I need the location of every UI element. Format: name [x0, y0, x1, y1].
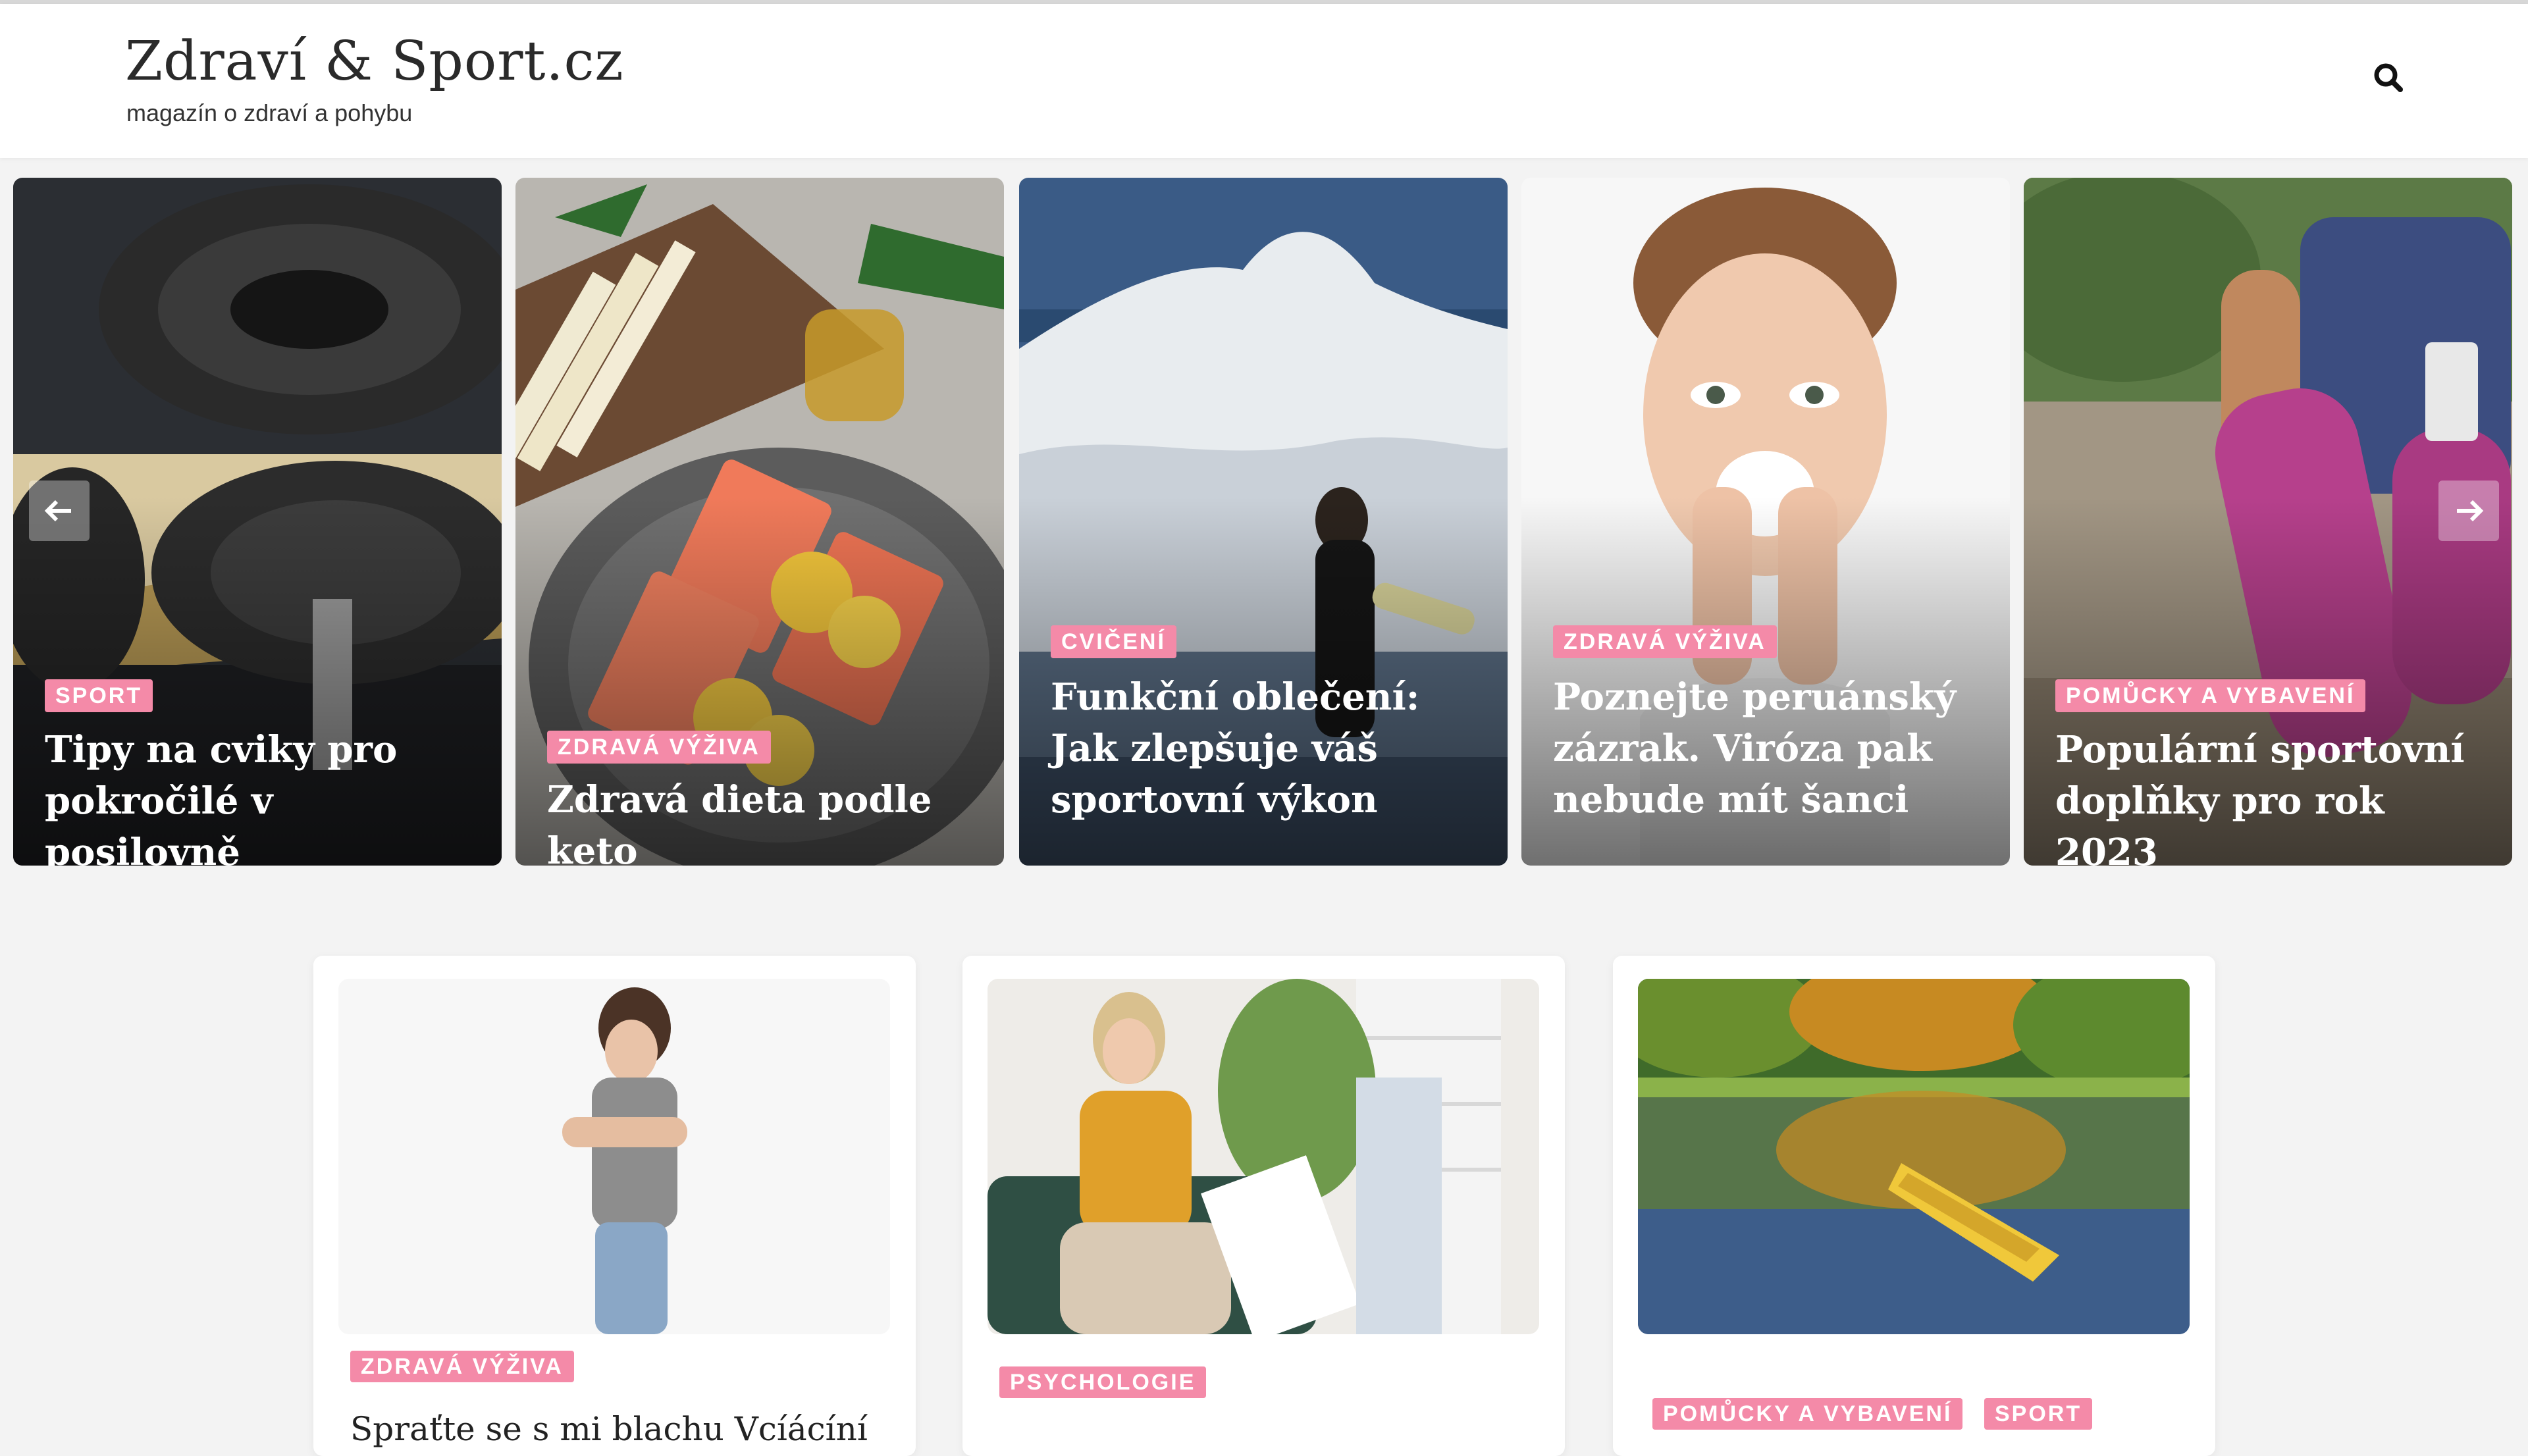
search-button[interactable] [2369, 58, 2408, 97]
search-icon [2374, 63, 2403, 92]
slider-next-button[interactable] [2438, 481, 2499, 541]
arrow-right-icon [2457, 500, 2484, 522]
slide-category[interactable]: POMŮCKY A VYBAVENÍ [2055, 679, 2366, 712]
article-card-2[interactable]: PSYCHOLOGIE [962, 956, 1565, 1456]
slide-title[interactable]: Funkční oblečení: Jak zlepšuje váš sport… [1051, 671, 1485, 825]
slide-title[interactable]: Poznejte peruánský zázrak. Viróza pak ne… [1553, 671, 1988, 825]
site-header: Zdraví & Sport.cz magazín o zdraví a poh… [0, 4, 2528, 158]
card-image [1638, 979, 2190, 1334]
featured-slider: SPORT Tipy na cviky pro pokročilé v posi… [0, 178, 2528, 866]
card-title[interactable]: Spraťte se s mi blachu Vcíácíní [350, 1410, 890, 1448]
article-card-3[interactable]: POMŮCKY A VYBAVENÍ SPORT [1613, 956, 2215, 1456]
site-logo[interactable]: Zdraví & Sport.cz [125, 30, 624, 93]
card-category[interactable]: PSYCHOLOGIE [999, 1366, 1207, 1398]
slide-category[interactable]: ZDRAVÁ VÝŽIVA [1553, 625, 1777, 658]
slide-title[interactable]: Zdravá dieta podle keto [547, 774, 982, 866]
slide-category[interactable]: SPORT [45, 679, 153, 712]
card-category[interactable]: SPORT [1984, 1398, 2093, 1430]
card-image [988, 979, 1539, 1334]
slide-title[interactable]: Tipy na cviky pro pokročilé v posilovně [45, 724, 479, 866]
slider-prev-button[interactable] [29, 481, 90, 541]
card-category[interactable]: ZDRAVÁ VÝŽIVA [350, 1351, 574, 1382]
arrow-left-icon [44, 500, 71, 522]
card-category[interactable]: POMŮCKY A VYBAVENÍ [1652, 1398, 1963, 1430]
slide-title[interactable]: Populární sportovní doplňky pro rok 2023 [2055, 724, 2490, 866]
slide-4[interactable]: ZDRAVÁ VÝŽIVA Poznejte peruánský zázrak.… [1521, 178, 2010, 866]
card-image [338, 979, 890, 1334]
article-card-1[interactable]: ZDRAVÁ VÝŽIVA Spraťte se s mi blachu Vcí… [313, 956, 916, 1456]
site-tagline: magazín o zdraví a pohybu [126, 99, 413, 126]
slide-category[interactable]: ZDRAVÁ VÝŽIVA [547, 731, 771, 764]
slide-2[interactable]: ZDRAVÁ VÝŽIVA Zdravá dieta podle keto [515, 178, 1004, 866]
slide-3[interactable]: CVIČENÍ Funkční oblečení: Jak zlepšuje v… [1019, 178, 1508, 866]
slide-category[interactable]: CVIČENÍ [1051, 625, 1176, 658]
